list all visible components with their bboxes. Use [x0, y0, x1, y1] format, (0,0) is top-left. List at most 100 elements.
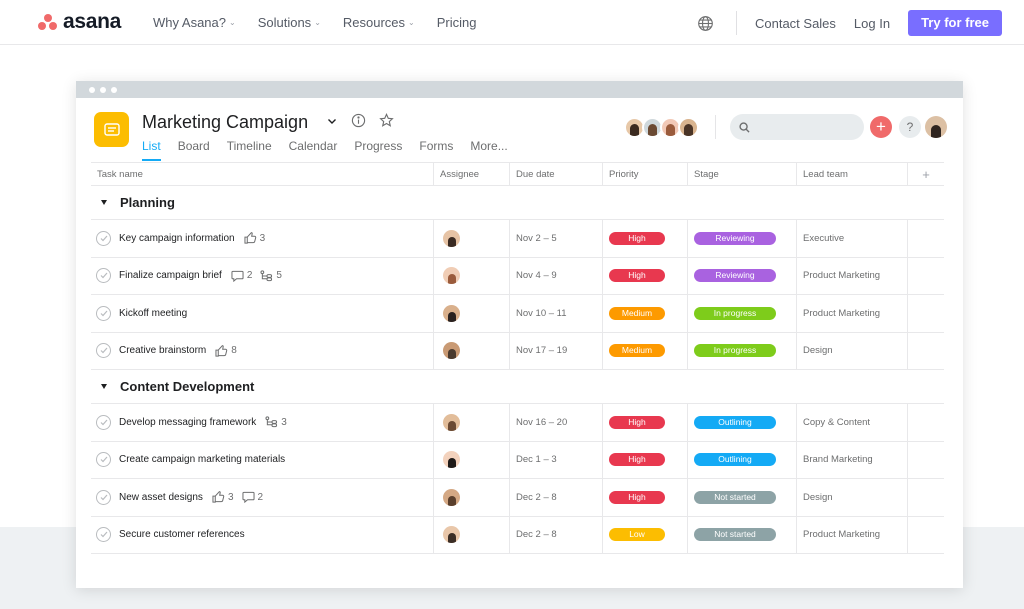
complete-checkbox[interactable]	[96, 414, 111, 430]
col-lead-team[interactable]: Lead team	[796, 163, 907, 185]
task-name[interactable]: New asset designs	[119, 492, 203, 503]
tab-timeline[interactable]: Timeline	[227, 139, 272, 161]
col-stage[interactable]: Stage	[687, 163, 796, 185]
add-button[interactable]: +	[870, 116, 892, 138]
task-name[interactable]: Develop messaging framework	[119, 417, 256, 428]
assignee-cell[interactable]	[433, 516, 509, 553]
priority-cell[interactable]: Low	[602, 516, 687, 553]
lead-team-cell[interactable]: Design	[796, 479, 907, 516]
due-date-cell[interactable]: Nov 4 – 9	[509, 257, 602, 294]
stage-cell[interactable]: In progress	[687, 332, 796, 369]
complete-checkbox[interactable]	[96, 527, 111, 543]
help-button[interactable]: ?	[899, 116, 921, 138]
nav-link-resources[interactable]: Resources ⌄	[343, 15, 415, 30]
stage-cell[interactable]: Not started	[687, 516, 796, 553]
due-date-cell[interactable]: Nov 17 – 19	[509, 332, 602, 369]
lead-team-cell[interactable]: Product Marketing	[796, 516, 907, 553]
star-icon[interactable]	[379, 113, 394, 128]
assignee-cell[interactable]	[433, 479, 509, 516]
task-name[interactable]: Create campaign marketing materials	[119, 454, 285, 465]
due-date-cell[interactable]: Dec 2 – 8	[509, 479, 602, 516]
lead-team-cell[interactable]: Executive	[796, 220, 907, 257]
stage-cell[interactable]: In progress	[687, 295, 796, 332]
section-header[interactable]: Content Development	[91, 370, 944, 404]
tab-forms[interactable]: Forms	[419, 139, 453, 161]
table-row[interactable]: Create campaign marketing materials Dec 1…	[91, 441, 944, 479]
priority-cell[interactable]: High	[602, 441, 687, 478]
member-avatars[interactable]	[624, 116, 699, 138]
stage-cell[interactable]: Outlining	[687, 404, 796, 441]
assignee-cell[interactable]	[433, 257, 509, 294]
task-name[interactable]: Kickoff meeting	[119, 308, 187, 319]
assignee-cell[interactable]	[433, 441, 509, 478]
tab-list[interactable]: List	[142, 139, 161, 161]
due-date-cell[interactable]: Dec 1 – 3	[509, 441, 602, 478]
asana-logo[interactable]: asana	[38, 11, 121, 32]
caret-down-icon[interactable]	[101, 384, 107, 389]
task-name[interactable]: Finalize campaign brief	[119, 270, 222, 281]
priority-cell[interactable]: Medium	[602, 332, 687, 369]
priority-cell[interactable]: High	[602, 479, 687, 516]
stage-cell[interactable]: Not started	[687, 479, 796, 516]
search-input[interactable]	[730, 114, 864, 140]
tab-more[interactable]: More...	[470, 139, 507, 161]
nav-link-whyasana[interactable]: Why Asana? ⌄	[153, 15, 236, 30]
due-date-cell[interactable]: Dec 2 – 8	[509, 516, 602, 553]
table-row[interactable]: Secure customer references Dec 2 – 8 Low No…	[91, 516, 944, 554]
add-column-button[interactable]: +	[907, 163, 944, 185]
assignee-cell[interactable]	[433, 220, 509, 257]
globe-icon[interactable]	[697, 15, 714, 32]
table-row[interactable]: Develop messaging framework 3 Nov 16 – 20 H…	[91, 404, 944, 442]
assignee-cell[interactable]	[433, 332, 509, 369]
complete-checkbox[interactable]	[96, 489, 111, 505]
task-name[interactable]: Secure customer references	[119, 529, 245, 540]
complete-checkbox[interactable]	[96, 343, 111, 359]
tab-progress[interactable]: Progress	[354, 139, 402, 161]
task-name[interactable]: Creative brainstorm	[119, 345, 206, 356]
table-row[interactable]: Kickoff meeting Nov 10 – 11 Medium In progr…	[91, 295, 944, 333]
priority-cell[interactable]: Medium	[602, 295, 687, 332]
priority-cell[interactable]: High	[602, 220, 687, 257]
section-header[interactable]: Planning	[91, 186, 944, 220]
col-assignee[interactable]: Assignee	[433, 163, 509, 185]
info-icon[interactable]	[351, 113, 366, 128]
task-name[interactable]: Key campaign information	[119, 233, 235, 244]
complete-checkbox[interactable]	[96, 452, 111, 468]
lead-team-cell[interactable]: Product Marketing	[796, 295, 907, 332]
tab-board[interactable]: Board	[178, 139, 210, 161]
col-task-name[interactable]: Task name	[91, 163, 433, 185]
lead-team-cell[interactable]: Product Marketing	[796, 257, 907, 294]
assignee-cell[interactable]	[433, 295, 509, 332]
priority-cell[interactable]: High	[602, 257, 687, 294]
assignee-cell[interactable]	[433, 404, 509, 441]
tab-calendar[interactable]: Calendar	[289, 139, 338, 161]
stage-cell[interactable]: Reviewing	[687, 257, 796, 294]
table-row[interactable]: Key campaign information 3 Nov 2 – 5 High Re…	[91, 220, 944, 258]
complete-checkbox[interactable]	[96, 305, 111, 321]
lead-team-cell[interactable]: Copy & Content	[796, 404, 907, 441]
stage-cell[interactable]: Reviewing	[687, 220, 796, 257]
nav-link-pricing[interactable]: Pricing	[437, 15, 477, 30]
complete-checkbox[interactable]	[96, 268, 111, 284]
table-row[interactable]: New asset designs 3 2 Dec 2 – 8 High Not star…	[91, 479, 944, 517]
col-due-date[interactable]: Due date	[509, 163, 602, 185]
priority-cell[interactable]: High	[602, 404, 687, 441]
col-priority[interactable]: Priority	[602, 163, 687, 185]
complete-checkbox[interactable]	[96, 230, 111, 246]
due-date-cell[interactable]: Nov 10 – 11	[509, 295, 602, 332]
nav-link-solutions[interactable]: Solutions ⌄	[258, 15, 321, 30]
caret-down-icon[interactable]	[101, 200, 107, 205]
priority-badge: Medium	[609, 344, 665, 358]
contact-sales-link[interactable]: Contact Sales	[755, 16, 836, 31]
try-for-free-button[interactable]: Try for free	[908, 10, 1002, 36]
due-date-cell[interactable]: Nov 16 – 20	[509, 404, 602, 441]
chevron-down-icon[interactable]	[326, 115, 338, 127]
login-link[interactable]: Log In	[854, 16, 890, 31]
stage-cell[interactable]: Outlining	[687, 441, 796, 478]
lead-team-cell[interactable]: Brand Marketing	[796, 441, 907, 478]
table-row[interactable]: Finalize campaign brief 2 5 Nov 4 – 9 High Re…	[91, 257, 944, 295]
lead-team-cell[interactable]: Design	[796, 332, 907, 369]
table-row[interactable]: Creative brainstorm 8 Nov 17 – 19 Medium In …	[91, 332, 944, 370]
due-date-cell[interactable]: Nov 2 – 5	[509, 220, 602, 257]
user-avatar[interactable]	[925, 116, 947, 138]
